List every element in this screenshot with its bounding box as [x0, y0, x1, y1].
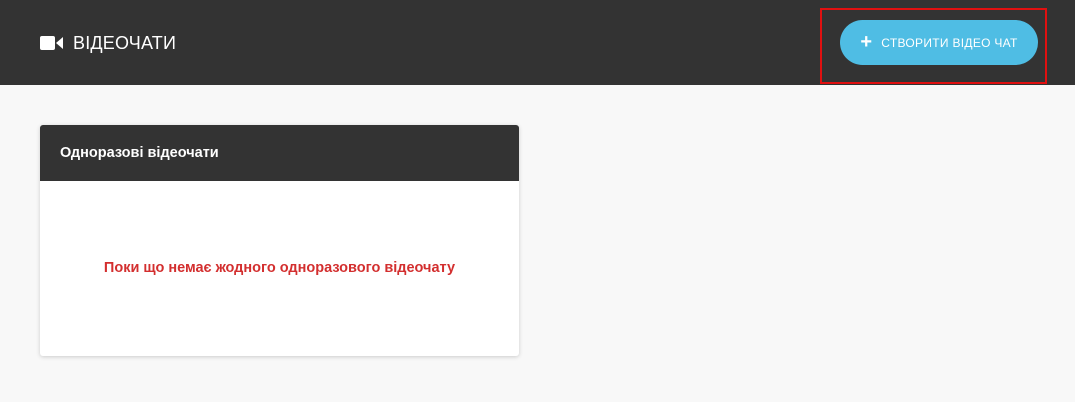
page-title: ВІДЕОЧАТИ: [73, 32, 177, 53]
empty-state-message: Поки що немає жодного одноразового відео…: [103, 259, 456, 276]
one-time-video-chats-card: Одноразові відеочати Поки що немає жодно…: [40, 125, 519, 356]
video-camera-icon: [40, 35, 64, 51]
card-body: Поки що немає жодного одноразового відео…: [40, 181, 519, 356]
card-title: Одноразові відеочати: [60, 145, 219, 161]
card-header: Одноразові відеочати: [40, 125, 519, 181]
page-title-group: ВІДЕОЧАТИ: [40, 31, 176, 55]
highlight-frame: [820, 8, 1047, 84]
